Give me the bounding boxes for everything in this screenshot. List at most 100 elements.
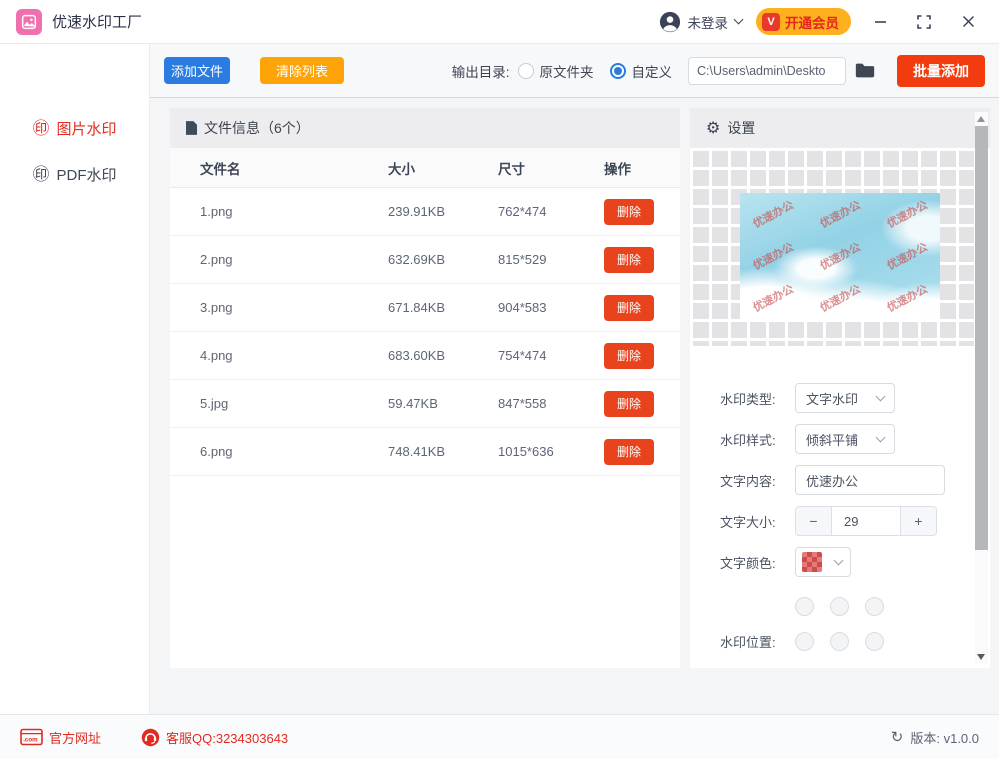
watermark-text: 优速办公: [883, 239, 929, 274]
text-content-input[interactable]: [795, 465, 945, 495]
app-title: 优速水印工厂: [52, 11, 142, 32]
delete-button[interactable]: 删除: [604, 391, 654, 417]
table-row: 6.png 748.41KB 1015*636 删除: [170, 428, 680, 476]
watermark-text: 优速办公: [817, 281, 863, 316]
text-size-stepper: − +: [795, 506, 937, 536]
file-name: 1.png: [200, 204, 388, 219]
delete-button[interactable]: 删除: [604, 439, 654, 465]
decrease-size-button[interactable]: −: [796, 507, 832, 535]
file-size: 59.47KB: [388, 396, 498, 411]
file-dimensions: 1015*636: [498, 444, 604, 459]
output-path-input[interactable]: [688, 57, 846, 85]
scroll-down-arrow-icon[interactable]: [977, 654, 985, 660]
app-logo-icon: [16, 9, 42, 35]
login-label: 未登录: [688, 12, 729, 32]
delete-button[interactable]: 删除: [604, 295, 654, 321]
position-radio[interactable]: [865, 597, 884, 616]
watermark-text: 优速办公: [817, 239, 863, 274]
watermark-tile-grid: 优速办公 优速办公 优速办公 优速办公 优速办公 优速办公 优速办公 优速办公 …: [740, 193, 940, 319]
radio-original-label: 原文件夹: [540, 61, 594, 81]
file-name: 2.png: [200, 252, 388, 267]
version-area: ↻ 版本: v1.0.0: [891, 728, 979, 747]
text-size-input[interactable]: [832, 507, 900, 535]
maximize-button[interactable]: [909, 8, 939, 36]
user-icon: [659, 11, 681, 33]
increase-size-button[interactable]: +: [900, 507, 936, 535]
settings-form: 水印类型: 文字水印 水印样式: 倾斜平铺 文字内容:: [690, 346, 990, 651]
chevron-down-icon: [734, 15, 744, 25]
file-name: 6.png: [200, 444, 388, 459]
file-name: 4.png: [200, 348, 388, 363]
minimize-icon: [874, 15, 887, 28]
file-size: 748.41KB: [388, 444, 498, 459]
file-panel-title: 文件信息（6个）: [204, 118, 310, 138]
position-radio[interactable]: [795, 632, 814, 651]
delete-button[interactable]: 删除: [604, 247, 654, 273]
maximize-icon: [917, 15, 931, 29]
file-dimensions: 754*474: [498, 348, 604, 363]
text-color-label: 文字颜色:: [720, 553, 795, 572]
watermark-style-value: 倾斜平铺: [806, 430, 858, 449]
batch-add-button[interactable]: 批量添加: [897, 55, 985, 87]
watermark-type-select[interactable]: 文字水印: [795, 383, 895, 413]
text-content-label: 文字内容:: [720, 471, 795, 490]
official-website-label: 官方网址: [49, 728, 101, 747]
delete-button[interactable]: 删除: [604, 199, 654, 225]
position-radio[interactable]: [865, 632, 884, 651]
refresh-icon: ↻: [891, 728, 904, 746]
column-dimensions: 尺寸: [498, 158, 604, 178]
support-qq-link[interactable]: 客服QQ:3234303643: [141, 728, 288, 747]
watermark-text: 优速办公: [750, 281, 796, 316]
watermark-style-select[interactable]: 倾斜平铺: [795, 424, 895, 454]
color-swatch: [802, 552, 822, 572]
sidebar: ㊞ 图片水印 ㊞ PDF水印: [0, 44, 150, 714]
position-radio[interactable]: [795, 597, 814, 616]
status-bar: .com 官方网址 客服QQ:3234303643 ↻ 版本: v1.0.0: [0, 714, 999, 759]
file-info-panel: 文件信息（6个） 文件名 大小 尺寸 操作 1.png 239.91KB 762…: [170, 108, 680, 668]
column-size: 大小: [388, 158, 498, 178]
watermark-text: 优速办公: [817, 197, 863, 232]
position-radio[interactable]: [830, 597, 849, 616]
watermark-type-value: 文字水印: [806, 389, 858, 408]
scrollbar-thumb[interactable]: [975, 126, 988, 550]
official-website-link[interactable]: .com 官方网址: [20, 728, 101, 747]
settings-panel: ⚙ 设置 优速办公 优速办公 优速办公 优速办公 优速办公 优速办公 优速办公 …: [690, 108, 990, 668]
watermark-text: 优速办公: [883, 197, 929, 232]
settings-scrollbar: [975, 112, 988, 664]
app-window: 优速水印工厂 未登录 V 开通会员: [0, 0, 999, 759]
chevron-down-icon: [876, 433, 886, 443]
minimize-button[interactable]: [865, 8, 895, 36]
table-header-row: 文件名 大小 尺寸 操作: [170, 148, 680, 188]
svg-text:.com: .com: [23, 737, 38, 744]
watermark-type-label: 水印类型:: [720, 389, 795, 408]
scroll-up-arrow-icon[interactable]: [977, 116, 985, 122]
position-radio[interactable]: [830, 632, 849, 651]
text-color-picker[interactable]: [795, 547, 851, 577]
radio-custom-folder[interactable]: 自定义: [610, 61, 673, 81]
file-size: 239.91KB: [388, 204, 498, 219]
watermark-preview-image: 优速办公 优速办公 优速办公 优速办公 优速办公 优速办公 优速办公 优速办公 …: [740, 193, 940, 319]
output-dir-label: 输出目录:: [452, 61, 510, 81]
radio-original-folder[interactable]: 原文件夹: [518, 61, 594, 81]
open-vip-button[interactable]: V 开通会员: [756, 8, 851, 35]
browse-folder-button[interactable]: [855, 62, 875, 79]
radio-custom-label: 自定义: [632, 61, 673, 81]
customer-service-icon: [141, 728, 160, 747]
folder-icon: [855, 62, 875, 79]
table-row: 1.png 239.91KB 762*474 删除: [170, 188, 680, 236]
file-dimensions: 847*558: [498, 396, 604, 411]
login-dropdown[interactable]: 未登录: [659, 11, 743, 33]
close-button[interactable]: [953, 8, 983, 36]
sidebar-item-pdf-watermark[interactable]: ㊞ PDF水印: [32, 154, 116, 194]
clear-list-button[interactable]: 清除列表: [260, 57, 344, 84]
stamp-icon: ㊞: [32, 120, 49, 137]
preview-background: 优速办公 优速办公 优速办公 优速办公 优速办公 优速办公 优速办公 优速办公 …: [690, 148, 974, 346]
delete-button[interactable]: 删除: [604, 343, 654, 369]
add-files-button[interactable]: 添加文件: [164, 57, 230, 84]
chevron-down-icon: [876, 392, 886, 402]
sidebar-item-image-watermark[interactable]: ㊞ 图片水印: [32, 108, 116, 148]
website-icon: .com: [20, 728, 43, 746]
toolbar: 添加文件 清除列表 输出目录: 原文件夹 自定义 批量添加: [150, 44, 999, 98]
file-panel-header: 文件信息（6个）: [170, 108, 680, 148]
version-label: 版本: v1.0.0: [910, 728, 979, 747]
